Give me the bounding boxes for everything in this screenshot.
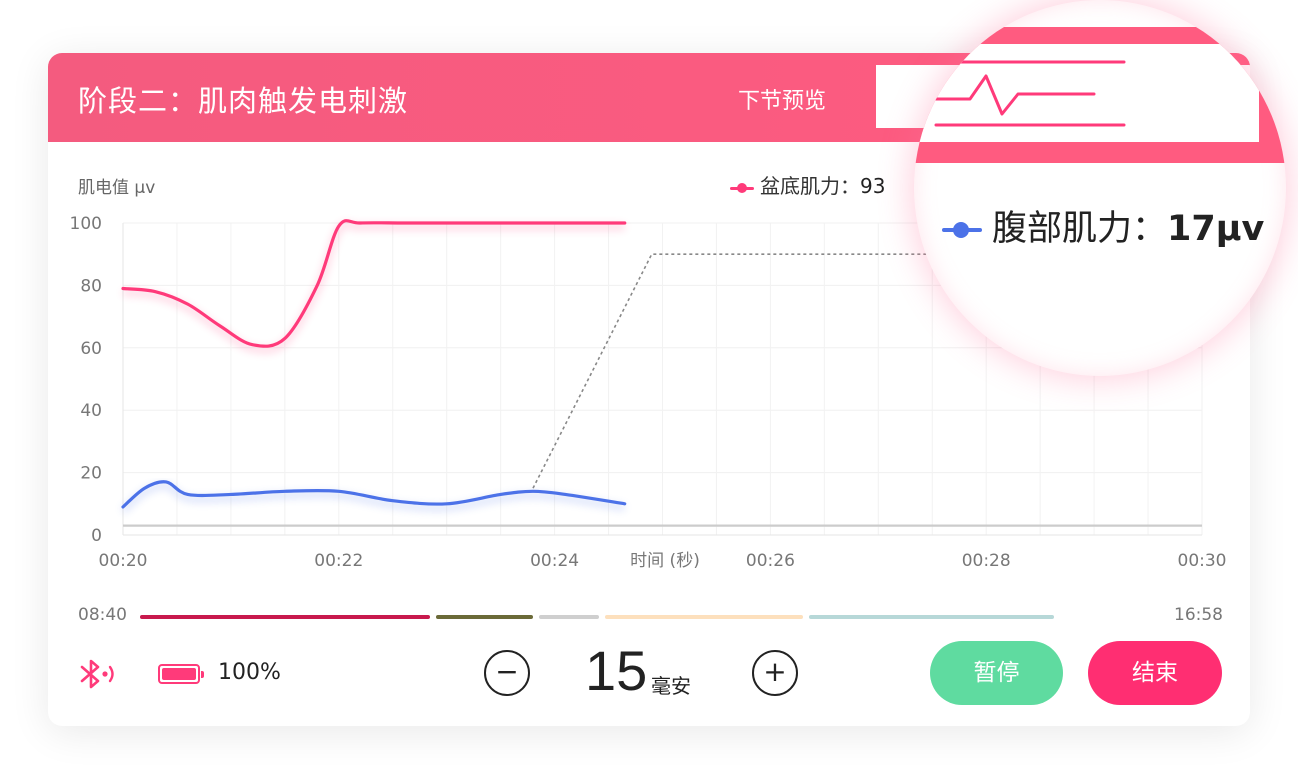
abdominal-legend-icon <box>942 221 982 239</box>
stage-title: 阶段二：肌肉触发电刺激 <box>78 84 409 118</box>
current-unit: 毫安 <box>651 674 691 698</box>
pelvic-legend-icon <box>730 182 754 194</box>
progress-segment <box>809 615 1054 619</box>
abdominal-legend-value: 17μv <box>1167 209 1265 249</box>
progress-segment <box>140 615 431 619</box>
pelvic-legend-value: 93 <box>860 174 886 198</box>
battery-percent: 100% <box>218 660 281 685</box>
current-value: 15 <box>585 639 648 702</box>
session-start-time: 08:40 <box>78 605 127 625</box>
bluetooth-icon <box>78 657 122 695</box>
legend-pelvic: 盆底肌力：93 <box>730 170 885 199</box>
decrease-current-button[interactable]: − <box>484 650 530 696</box>
abdominal-legend-label: 腹部肌力： <box>992 209 1168 249</box>
legend-magnifier: 腹部肌力：17μv <box>914 0 1286 376</box>
progress-segment <box>538 615 599 619</box>
progress-segment <box>436 615 533 619</box>
increase-current-button[interactable]: + <box>752 650 798 696</box>
session-timeline: 08:40 16:58 <box>78 605 1223 627</box>
battery-icon <box>158 664 204 684</box>
magnified-preview-thumbnail <box>914 44 1259 142</box>
progress-segment <box>605 615 804 619</box>
pause-button[interactable]: 暂停 <box>930 641 1063 705</box>
legend-abdominal: 腹部肌力：17μv <box>942 200 1264 251</box>
session-end-time: 16:58 <box>1174 605 1223 625</box>
y-axis-label: 肌电值 μv <box>78 178 156 198</box>
next-preview-label: 下节预览 <box>738 89 827 114</box>
end-button[interactable]: 结束 <box>1088 641 1222 705</box>
pelvic-legend-label: 盆底肌力： <box>760 174 860 198</box>
